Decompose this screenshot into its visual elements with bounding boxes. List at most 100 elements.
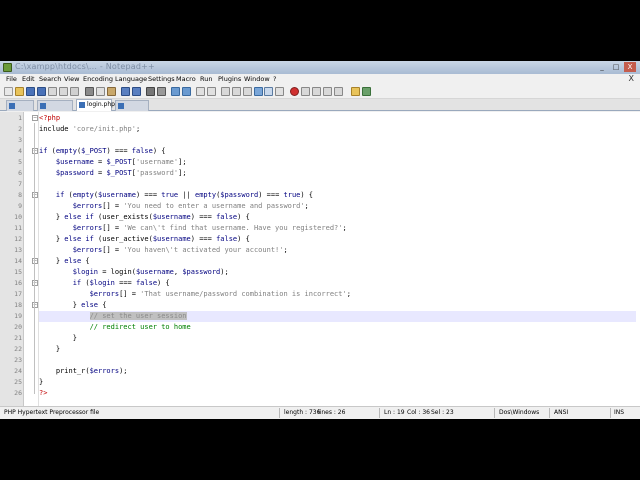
sync-horizontal-icon[interactable] [207, 87, 216, 96]
menu-search[interactable]: Search [39, 75, 61, 83]
menu-plugins[interactable]: Plugins [218, 75, 241, 83]
close-document-icon[interactable]: X [629, 74, 634, 83]
open-file-icon[interactable] [15, 87, 24, 96]
indent-guide-icon[interactable] [243, 87, 252, 96]
tab-1[interactable] [6, 100, 34, 111]
code-line[interactable]: } else { [39, 256, 90, 267]
code-editor[interactable]: 1 2 3 4 5 6 7 8 9 10 11 12 13 14 15 16 17 18 19 20 21 22 23 24 2… [0, 112, 640, 406]
menu-encoding[interactable]: Encoding [83, 75, 113, 83]
function-list-icon[interactable] [275, 87, 284, 96]
undo-icon[interactable] [121, 87, 130, 96]
fold-toggle-icon[interactable]: − [32, 192, 38, 198]
fold-toggle-icon[interactable]: − [32, 302, 38, 308]
code-line[interactable]: include 'core/init.php'; [39, 124, 140, 135]
play-macro-icon[interactable] [312, 87, 321, 96]
code-line[interactable]: } else { [39, 300, 107, 311]
code-token: ( [47, 147, 56, 155]
code-token: $username [98, 191, 136, 199]
code-token: $_POST [106, 158, 132, 166]
copy-icon[interactable] [96, 87, 105, 96]
code-line[interactable]: if ($login === false) { [39, 278, 170, 289]
fold-toggle-icon[interactable]: − [32, 115, 38, 121]
menu-help[interactable]: ? [273, 75, 276, 83]
menu-settings[interactable]: Settings [148, 75, 175, 83]
code-line[interactable]: } [39, 377, 43, 388]
line-number: 14 [14, 257, 22, 265]
close-icon[interactable] [48, 87, 57, 96]
doc-map-icon[interactable] [264, 87, 273, 96]
close-all-icon[interactable] [59, 87, 68, 96]
cut-icon[interactable] [85, 87, 94, 96]
language-icon[interactable] [254, 87, 263, 96]
maximize-button[interactable]: □ [610, 62, 622, 72]
zoom-in-icon[interactable] [171, 87, 180, 96]
menu-macro[interactable]: Macro [176, 75, 196, 83]
code-line[interactable]: if (empty($_POST) === false) { [39, 146, 166, 157]
code-line[interactable]: // redirect user to home [39, 322, 191, 333]
status-encoding: ANSI [554, 409, 569, 416]
play-multiple-icon[interactable] [323, 87, 332, 96]
plugin-icon[interactable] [351, 87, 360, 96]
fold-toggle-icon[interactable]: − [32, 280, 38, 286]
save-icon[interactable] [26, 87, 35, 96]
code-token: $errors [89, 290, 120, 298]
code-token: $errors [72, 202, 103, 210]
fold-toggle-icon[interactable]: − [32, 258, 38, 264]
tab-4[interactable] [115, 100, 149, 111]
spellcheck-icon[interactable] [362, 87, 371, 96]
menu-language[interactable]: Language [115, 75, 147, 83]
code-line[interactable]: $password = $_POST['password']; [39, 168, 187, 179]
line-number-gutter[interactable]: 1 2 3 4 5 6 7 8 9 10 11 12 13 14 15 16 17 18 19 20 21 22 23 24 2… [0, 112, 24, 406]
minimize-button[interactable]: _ [596, 62, 608, 72]
save-all-icon[interactable] [37, 87, 46, 96]
code-line[interactable]: // set the user session [39, 311, 187, 322]
menu-file[interactable]: File [6, 75, 17, 83]
code-line[interactable]: $errors[] = 'You haven\'t activated your… [39, 245, 288, 256]
code-line[interactable]: $login = login($username, $password); [39, 267, 229, 278]
tab-2[interactable] [37, 100, 73, 111]
code-line[interactable]: $username = $_POST['username']; [39, 157, 187, 168]
redo-icon[interactable] [132, 87, 141, 96]
word-wrap-icon[interactable] [221, 87, 230, 96]
paste-icon[interactable] [107, 87, 116, 96]
fold-margin[interactable]: − − − − − − [31, 112, 39, 406]
code-line[interactable]: $errors[] = 'We can\'t find that usernam… [39, 223, 347, 234]
line-number: 9 [18, 202, 22, 210]
code-token: } [39, 213, 65, 221]
record-macro-icon[interactable] [290, 87, 299, 96]
close-window-button[interactable]: X [624, 62, 636, 72]
window-title: C:\xampp\htdocs\... - Notepad++ [15, 62, 155, 71]
code-line[interactable]: $errors[] = 'You need to enter a usernam… [39, 201, 309, 212]
code-line[interactable]: if (empty($username) === true || empty($… [39, 190, 313, 201]
code-line[interactable]: $errors[] = 'That username/password comb… [39, 289, 351, 300]
status-length: length : 736 [284, 409, 321, 416]
print-icon[interactable] [70, 87, 79, 96]
code-line[interactable]: } else if (user_active($username) === fa… [39, 234, 250, 245]
show-all-chars-icon[interactable] [232, 87, 241, 96]
status-mode: INS [614, 409, 625, 416]
code-line[interactable]: } else if (user_exists($username) === fa… [39, 212, 250, 223]
replace-icon[interactable] [157, 87, 166, 96]
fold-toggle-icon[interactable]: − [32, 148, 38, 154]
menu-run[interactable]: Run [200, 75, 212, 83]
zoom-out-icon[interactable] [182, 87, 191, 96]
code-line[interactable]: } [39, 344, 60, 355]
code-line[interactable]: } [39, 333, 77, 344]
stop-macro-icon[interactable] [301, 87, 310, 96]
menu-edit[interactable]: Edit [22, 75, 35, 83]
code-line[interactable]: ?> [39, 388, 47, 399]
code-token: $username [135, 268, 174, 276]
find-icon[interactable] [146, 87, 155, 96]
line-number: 13 [14, 246, 22, 254]
code-line[interactable]: print_r($errors); [39, 366, 128, 377]
menu-window[interactable]: Window [244, 75, 270, 83]
new-file-icon[interactable] [4, 87, 13, 96]
menu-view[interactable]: View [64, 75, 79, 83]
code-line[interactable]: <?php [39, 113, 60, 124]
sync-vertical-icon[interactable] [196, 87, 205, 96]
tab-login-php[interactable]: login.php [76, 99, 115, 111]
title-bar[interactable]: C:\xampp\htdocs\... - Notepad++ _ □ X [0, 61, 640, 74]
save-macro-icon[interactable] [334, 87, 343, 96]
